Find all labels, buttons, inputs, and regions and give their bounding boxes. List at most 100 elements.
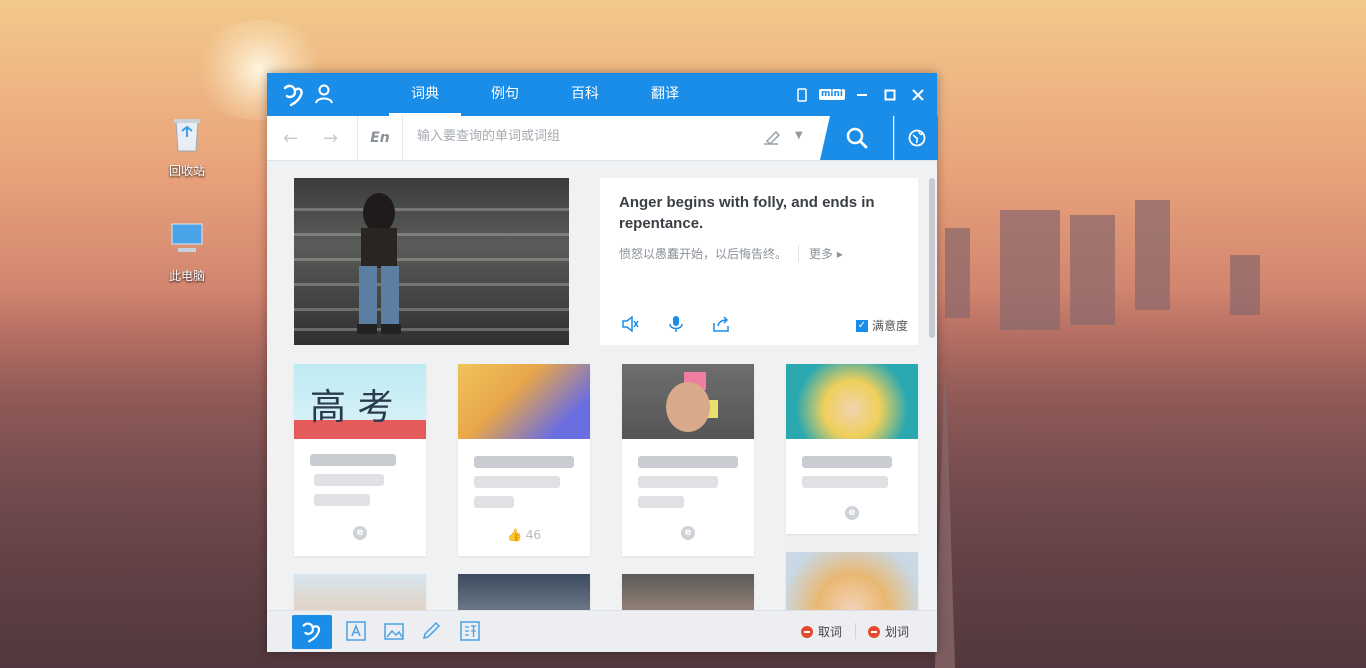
article-card[interactable] (458, 574, 590, 611)
blurred-title (314, 474, 384, 486)
tab-example-sentences[interactable]: 例句 (465, 73, 545, 116)
satisfaction-toggle[interactable]: ✓ 满意度 (855, 317, 908, 334)
satisfaction-label: 满意度 (871, 319, 908, 333)
blurred-title (474, 476, 560, 488)
computer-icon (171, 223, 203, 252)
article-card[interactable]: e (622, 364, 754, 556)
handwriting-icon[interactable] (761, 128, 783, 148)
article-thumbnail (786, 364, 918, 439)
article-thumbnail (786, 552, 918, 611)
maximize-button[interactable] (879, 84, 901, 106)
stair-step (294, 233, 569, 236)
checkbox-checked-icon: ✓ (855, 319, 868, 332)
home-button[interactable] (292, 615, 332, 649)
window-controls: mini (791, 73, 929, 116)
blurred-title (638, 496, 684, 508)
speaker-icon[interactable] (621, 315, 639, 333)
daily-quote-card: Anger begins with folly, and ends in rep… (600, 178, 918, 345)
text-recognition-icon[interactable] (345, 620, 367, 642)
stop-icon (801, 625, 813, 638)
bottom-toolbar: 取词 划词 (267, 610, 937, 652)
search-button[interactable] (820, 116, 893, 160)
back-arrow-icon[interactable]: ← (283, 128, 298, 149)
blurred-title (474, 456, 574, 468)
desktop-icon-label: 回收站 (168, 164, 205, 178)
article-thumbnail (458, 364, 590, 439)
search-icon (846, 127, 867, 149)
stair-step (294, 308, 569, 311)
e-icon: e (845, 506, 859, 520)
desktop-icon-label: 此电脑 (168, 269, 205, 283)
search-bar: ← → En ▼ (267, 116, 938, 161)
blurred-title (802, 476, 888, 488)
article-card[interactable]: e (786, 364, 918, 534)
blurred-title (802, 456, 892, 468)
app-logo-icon[interactable] (281, 82, 307, 108)
close-button[interactable] (907, 84, 929, 106)
translate-icon[interactable] (459, 620, 481, 642)
language-selector[interactable]: En (357, 116, 403, 160)
capture-word-toggle[interactable]: 取词 (801, 623, 842, 640)
share-icon[interactable] (712, 315, 730, 333)
blurred-title (638, 456, 738, 468)
blurred-title (314, 494, 370, 506)
tab-encyclopedia[interactable]: 百科 (545, 73, 625, 116)
like-count: 46 (525, 528, 542, 542)
blurred-title (474, 496, 514, 508)
stair-step (294, 328, 569, 331)
stair-step (294, 283, 569, 286)
desktop-icon-recycle-bin[interactable]: 回收站 (152, 113, 222, 179)
tab-translate[interactable]: 翻译 (625, 73, 705, 116)
mini-label: mini (819, 89, 845, 100)
pen-icon[interactable] (421, 620, 443, 642)
scrollbar[interactable] (929, 178, 935, 338)
building (945, 228, 970, 318)
stair-step (294, 208, 569, 211)
dictionary-window: 词典 例句 百科 翻译 mini ← → En 输入要查询的单词或词组 ▼ An… (267, 73, 938, 652)
article-thumbnail (294, 574, 426, 611)
globe-icon (908, 129, 925, 147)
card-meta: e (294, 524, 426, 540)
title-bar: 词典 例句 百科 翻译 mini (267, 73, 937, 116)
stop-icon (868, 625, 880, 638)
article-thumbnail: 高 考 (294, 364, 426, 439)
article-card[interactable] (786, 552, 918, 611)
select-word-toggle[interactable]: 划词 (868, 623, 909, 640)
mobile-icon[interactable] (791, 84, 813, 106)
card-meta: e (786, 504, 918, 520)
article-card[interactable] (294, 574, 426, 611)
mini-mode-button[interactable]: mini (819, 84, 845, 106)
building (1135, 200, 1170, 310)
article-thumbnail (458, 574, 590, 611)
image-translate-icon[interactable] (383, 620, 405, 642)
article-card[interactable]: 👍 46 (458, 364, 590, 556)
quote-chinese: 愤怒以愚蠢开始，以后悔告终。 (619, 247, 788, 261)
tab-dictionary[interactable]: 词典 (385, 73, 465, 116)
globe-button[interactable] (894, 116, 938, 160)
building (1070, 215, 1115, 325)
more-label: 更多 (809, 247, 834, 261)
select-word-label: 划词 (885, 625, 910, 639)
building (1230, 255, 1260, 315)
building (1000, 210, 1060, 330)
blurred-title (638, 476, 718, 488)
chevron-down-icon[interactable]: ▼ (795, 130, 803, 141)
forward-arrow-icon[interactable]: → (323, 128, 338, 149)
article-thumbnail (622, 364, 754, 439)
card-meta: e (622, 524, 754, 540)
search-input[interactable] (415, 128, 739, 145)
card-likes: 👍 46 (506, 528, 542, 542)
desktop-icon-this-pc[interactable]: 此电脑 (152, 218, 222, 284)
microphone-icon[interactable] (667, 315, 685, 333)
main-tabs: 词典 例句 百科 翻译 (385, 73, 705, 116)
app-logo-icon (302, 622, 321, 643)
more-link[interactable]: 更多 ▸ (798, 245, 843, 262)
sitting-person-figure (357, 193, 401, 334)
article-card[interactable]: 高 考 e (294, 364, 426, 556)
user-icon[interactable] (315, 84, 333, 104)
quote-photo (294, 178, 569, 345)
e-icon: e (681, 526, 695, 540)
content-area: Anger begins with folly, and ends in rep… (267, 160, 937, 611)
minimize-button[interactable] (851, 84, 873, 106)
article-card[interactable] (622, 574, 754, 611)
